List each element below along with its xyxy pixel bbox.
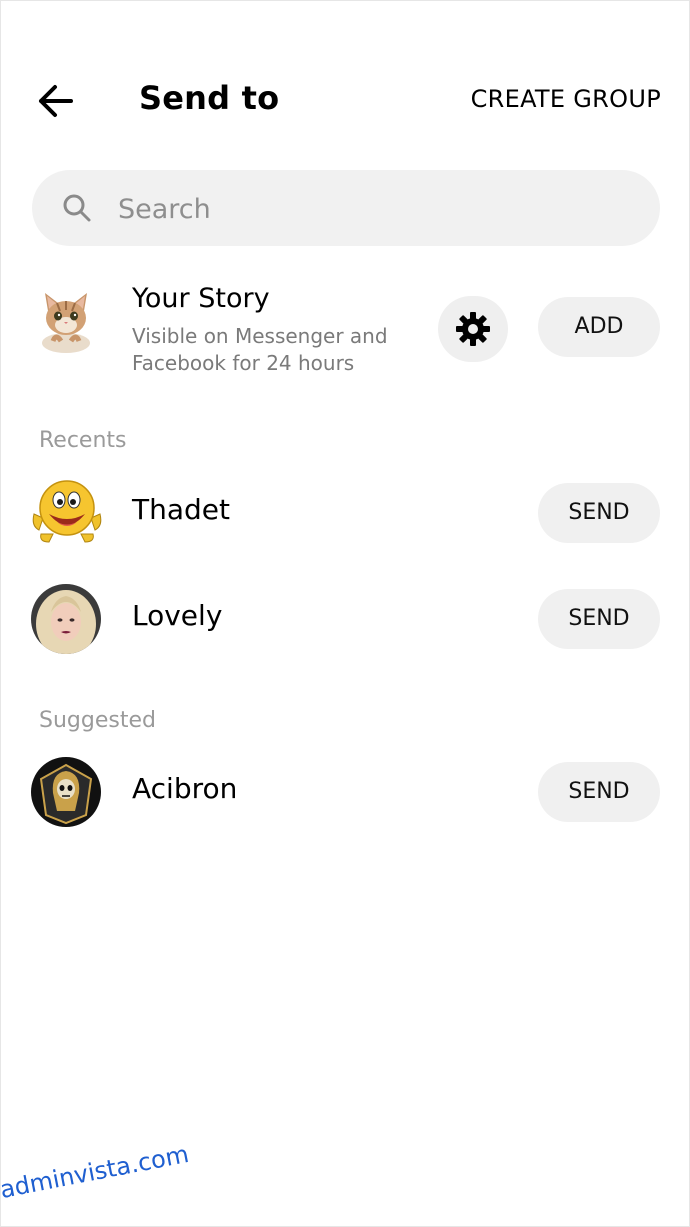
- contact-name: Acibron: [132, 772, 238, 805]
- back-arrow-icon: [39, 85, 73, 117]
- gear-icon: [456, 312, 490, 346]
- avatar: [31, 584, 101, 654]
- send-button[interactable]: SEND: [538, 589, 660, 649]
- story-subtitle: Visible on Messenger and Facebook for 24…: [132, 324, 388, 375]
- story-settings-button[interactable]: [438, 296, 508, 362]
- search-input[interactable]: [116, 188, 620, 230]
- recents-label: Recents: [39, 428, 127, 453]
- contact-row-acibron[interactable]: Acibron SEND: [1, 752, 690, 832]
- smiley-avatar-icon: [32, 480, 102, 543]
- create-group-button[interactable]: CREATE GROUP: [471, 85, 661, 113]
- story-name: Your Story: [132, 283, 270, 314]
- cat-avatar-icon: [42, 293, 90, 353]
- add-story-button[interactable]: ADD: [538, 297, 660, 357]
- send-button[interactable]: SEND: [538, 762, 660, 822]
- avatar: [31, 478, 102, 548]
- contact-row-lovely[interactable]: Lovely SEND: [1, 579, 690, 659]
- your-story-row: Your Story Visible on Messenger and Face…: [1, 271, 690, 391]
- profile-photo-icon: [31, 584, 101, 654]
- contact-row-thadet[interactable]: Thadet SEND: [1, 473, 690, 553]
- suggested-label: Suggested: [39, 708, 156, 733]
- skull-avatar-icon: [31, 757, 101, 827]
- page-title: Send to: [139, 79, 280, 117]
- send-button[interactable]: SEND: [538, 483, 660, 543]
- back-button[interactable]: [33, 81, 77, 121]
- search-icon: [63, 194, 91, 222]
- contact-name: Lovely: [132, 599, 223, 632]
- watermark: adminvista.com: [0, 1139, 192, 1204]
- search-bar[interactable]: [32, 170, 660, 246]
- avatar: [31, 757, 101, 827]
- contact-name: Thadet: [132, 493, 230, 526]
- story-avatar: [31, 285, 101, 355]
